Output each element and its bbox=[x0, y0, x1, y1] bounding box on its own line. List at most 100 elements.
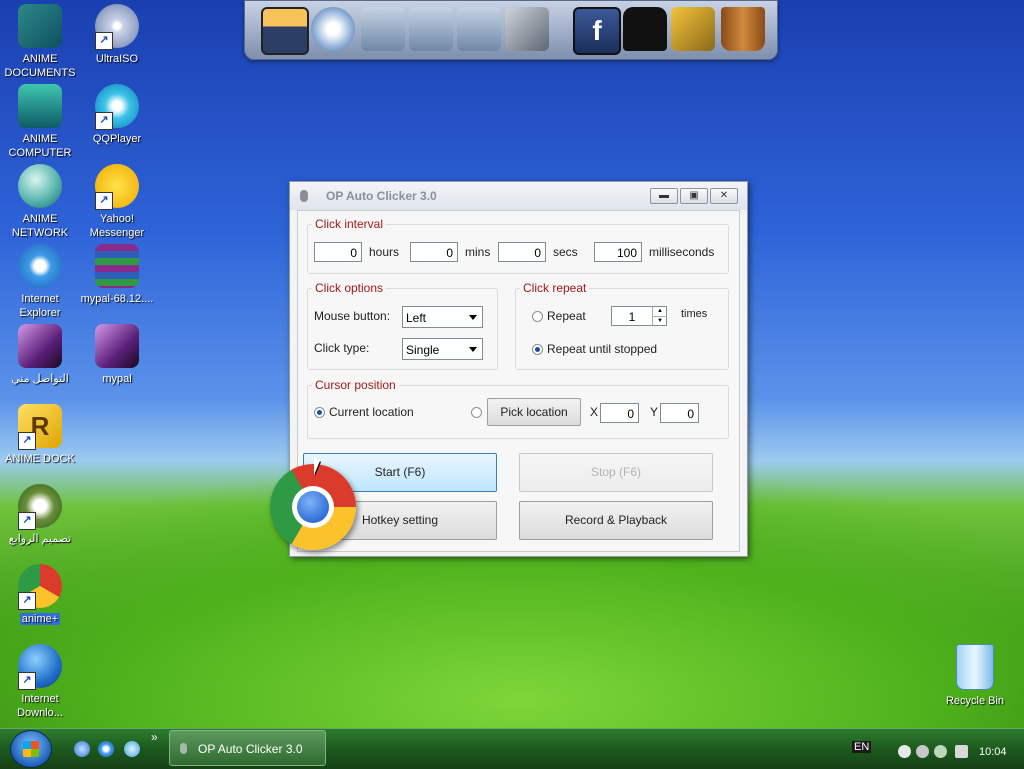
clock[interactable]: 10:04 bbox=[979, 746, 1007, 758]
cursor-position-label: Cursor position bbox=[312, 378, 399, 392]
repeat-until-stopped-label: Repeat until stopped bbox=[547, 342, 658, 356]
repeat-label: Repeat bbox=[547, 309, 586, 323]
folder-icon[interactable] bbox=[457, 7, 501, 51]
shortcut-arrow-icon: ↗ bbox=[95, 32, 113, 50]
top-dock: f bbox=[244, 0, 778, 60]
pick-location-button[interactable]: Pick location bbox=[487, 398, 581, 426]
stop-button[interactable]: Stop (F6) bbox=[519, 453, 713, 492]
desktop-icon-contact[interactable]: التواصل مني bbox=[1, 324, 79, 386]
network-globe-icon bbox=[18, 164, 62, 208]
desktop-icon-label: ANIME DOCK bbox=[5, 453, 75, 465]
click-interval-group: Click interval 0 hours 0 mins 0 secs 100… bbox=[307, 217, 729, 274]
mins-label: mins bbox=[465, 245, 491, 259]
desktop-icon-ultraiso[interactable]: ↗ UltraISO bbox=[78, 4, 156, 66]
desktop-icon-yahoo-messenger[interactable]: ↗ Yahoo! Messenger bbox=[78, 164, 156, 240]
chevron-down-icon bbox=[469, 347, 477, 352]
click-type-value: Single bbox=[406, 343, 440, 357]
minimize-button[interactable]: ▬ bbox=[650, 188, 678, 204]
naruto-icon[interactable] bbox=[261, 7, 309, 55]
repeat-count-value: 1 bbox=[628, 310, 636, 324]
milliseconds-label: milliseconds bbox=[649, 245, 715, 259]
desktop-icon-label: anime+ bbox=[19, 613, 61, 625]
repeat-count-stepper[interactable]: ▲ ▼ bbox=[652, 307, 667, 325]
title-bar[interactable]: OP Auto Clicker 3.0 ▬ ▣ ✕ bbox=[290, 182, 747, 210]
desktop-icon-anime-network[interactable]: ANIME NETWORK bbox=[1, 164, 79, 240]
mouse-icon bbox=[180, 743, 187, 754]
hours-label: hours bbox=[369, 245, 400, 259]
desktop-icon-label: QQPlayer bbox=[92, 133, 142, 145]
desktop-icon-mypal[interactable]: mypal bbox=[78, 324, 156, 386]
desktop-icon-anime-computer[interactable]: ANIME COMPUTER bbox=[1, 84, 79, 160]
window-title: OP Auto Clicker 3.0 bbox=[326, 189, 437, 203]
tray-network-icon[interactable] bbox=[934, 745, 947, 758]
x-input[interactable]: 0 bbox=[600, 403, 639, 423]
taskbar-button-op-auto-clicker[interactable]: OP Auto Clicker 3.0 bbox=[169, 730, 326, 766]
folder-icon bbox=[18, 4, 62, 48]
close-button[interactable]: ✕ bbox=[710, 188, 738, 204]
tools-icon[interactable] bbox=[505, 7, 549, 51]
tray-action-center-icon[interactable] bbox=[955, 745, 968, 758]
desktop-icon-anime-dock[interactable]: R ↗ ANIME DOCK bbox=[1, 404, 79, 466]
folder-icon[interactable] bbox=[361, 7, 405, 51]
click-repeat-group: Click repeat Repeat 1 ▲ ▼ times Repeat u… bbox=[515, 281, 729, 370]
y-input[interactable]: 0 bbox=[660, 403, 699, 423]
repeat-until-stopped-radio[interactable] bbox=[532, 344, 543, 355]
desktop-icon-internet-download-manager[interactable]: ↗ Internet Downlo... bbox=[1, 644, 79, 720]
cursor-position-group: Cursor position Current location Pick lo… bbox=[307, 378, 729, 439]
current-location-label: Current location bbox=[329, 405, 414, 419]
milliseconds-input[interactable]: 100 bbox=[594, 242, 642, 262]
pick-location-radio[interactable] bbox=[471, 407, 482, 418]
desktop-icon-label: ANIME NETWORK bbox=[11, 213, 69, 239]
rocketdock-icon: R ↗ bbox=[18, 404, 62, 450]
desktop-icon-design[interactable]: ↗ تصميم الروابع bbox=[1, 484, 79, 546]
settings-tool-icon: ↗ bbox=[18, 484, 62, 530]
facebook-icon[interactable]: f bbox=[573, 7, 621, 55]
stepper-down-icon[interactable]: ▼ bbox=[653, 317, 667, 325]
desktop-icon-internet-explorer[interactable]: Internet Explorer bbox=[1, 244, 79, 320]
secs-input[interactable]: 0 bbox=[498, 242, 546, 262]
desktop-icon-mypal-archive[interactable]: mypal-68.12.... bbox=[78, 244, 156, 306]
desktop-icon-qqplayer[interactable]: ↗ QQPlayer bbox=[78, 84, 156, 146]
click-type-select[interactable]: Single bbox=[402, 338, 483, 360]
current-location-radio[interactable] bbox=[314, 407, 325, 418]
desktop-icon-anime-documents[interactable]: ANIME DOCUMENTS bbox=[1, 4, 79, 80]
tray-smiley-icon[interactable] bbox=[898, 745, 911, 758]
tshirt-icon[interactable] bbox=[623, 7, 667, 51]
desktop-icon-recycle-bin[interactable]: Recycle Bin bbox=[936, 644, 1014, 708]
record-playback-button[interactable]: Record & Playback bbox=[519, 501, 713, 540]
quick-launch-expand-button[interactable]: » bbox=[151, 730, 158, 744]
desktop-icon-label: mypal bbox=[102, 373, 132, 385]
shortcut-arrow-icon: ↗ bbox=[95, 112, 113, 130]
hours-input[interactable]: 0 bbox=[314, 242, 362, 262]
tray-volume-icon[interactable] bbox=[916, 745, 929, 758]
globe-docs-icon[interactable] bbox=[311, 7, 355, 51]
mins-input[interactable]: 0 bbox=[410, 242, 458, 262]
mouse-button-select[interactable]: Left bbox=[402, 306, 483, 328]
desktop-icon-label: ANIME DOCUMENTS bbox=[4, 53, 76, 79]
start-button[interactable] bbox=[10, 730, 52, 768]
shortcut-arrow-icon: ↗ bbox=[18, 512, 36, 530]
mouse-icon bbox=[300, 190, 308, 202]
film-reel-icon: ↗ bbox=[95, 84, 139, 130]
quick-launch-settings-icon[interactable] bbox=[124, 741, 140, 757]
bucket-icon[interactable] bbox=[721, 7, 765, 51]
windows-logo-icon bbox=[23, 741, 39, 757]
folder-icon[interactable] bbox=[409, 7, 453, 51]
maximize-button[interactable]: ▣ bbox=[680, 188, 708, 204]
desktop-icon-label: mypal-68.12.... bbox=[80, 293, 154, 305]
quick-launch-tool-icon[interactable] bbox=[74, 741, 90, 757]
computer-icon bbox=[18, 84, 62, 128]
language-indicator[interactable]: EN bbox=[852, 741, 872, 753]
hammer-icon[interactable] bbox=[671, 7, 715, 51]
mouse-button-value: Left bbox=[406, 311, 427, 325]
stepper-up-icon[interactable]: ▲ bbox=[653, 307, 667, 317]
desktop-icon-anime-plus[interactable]: ↗ anime+ bbox=[1, 564, 79, 626]
taskbar-button-label: OP Auto Clicker 3.0 bbox=[198, 742, 303, 756]
click-repeat-label: Click repeat bbox=[520, 281, 590, 295]
purple-window-icon bbox=[95, 324, 139, 368]
op-auto-clicker-window: OP Auto Clicker 3.0 ▬ ▣ ✕ Click interval… bbox=[289, 181, 748, 557]
quick-launch-ie-icon[interactable] bbox=[98, 741, 114, 757]
chrome-icon[interactable] bbox=[270, 464, 356, 550]
repeat-radio[interactable] bbox=[532, 311, 543, 322]
shortcut-arrow-icon: ↗ bbox=[18, 592, 36, 610]
